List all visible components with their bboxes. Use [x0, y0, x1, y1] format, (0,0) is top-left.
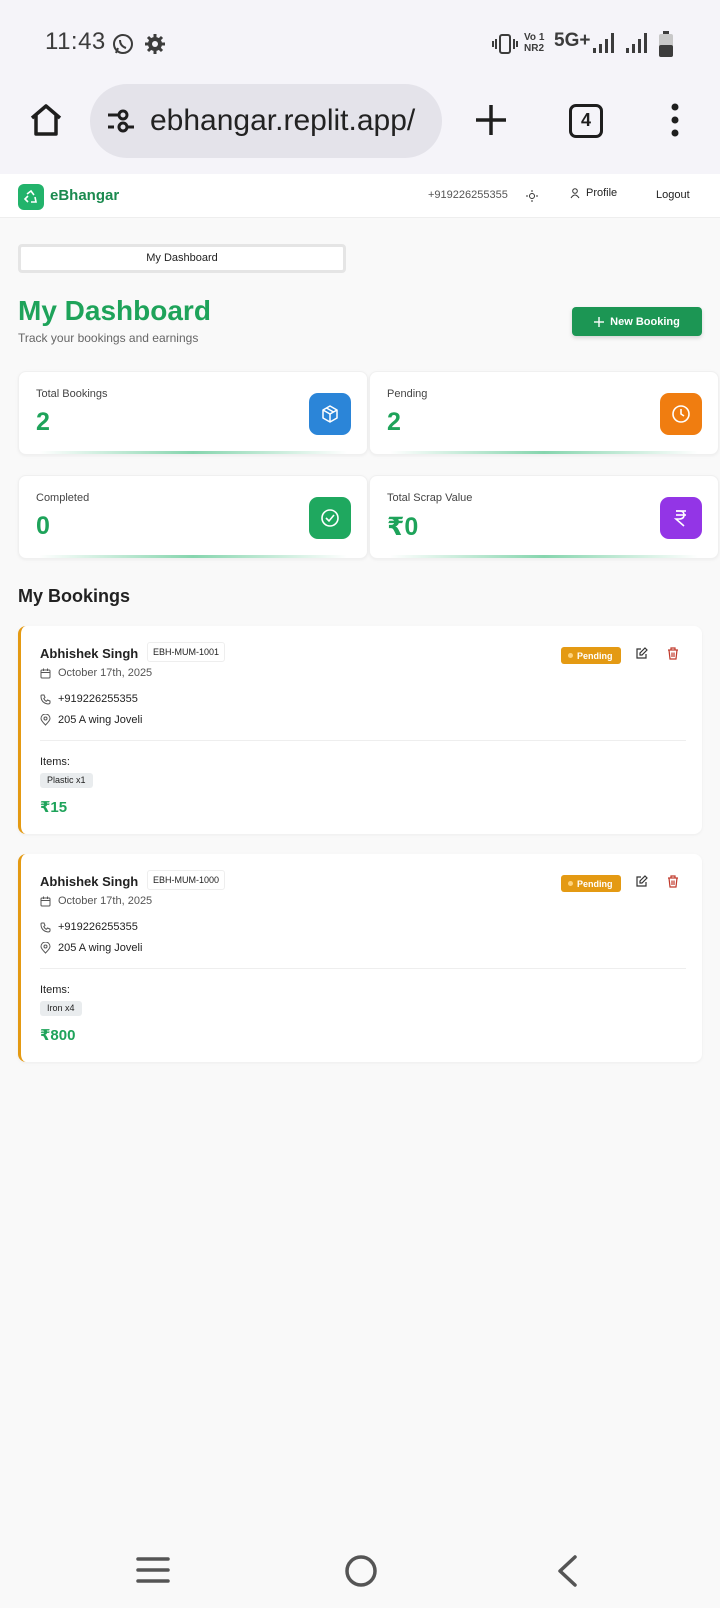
page-subtitle: Track your bookings and earnings	[18, 331, 199, 345]
site-settings-icon[interactable]	[106, 108, 136, 139]
more-options-icon[interactable]	[671, 103, 679, 142]
tab-switcher-button[interactable]: 4	[569, 104, 603, 138]
bookings-section-title: My Bookings	[18, 586, 131, 606]
stat-underline	[390, 555, 698, 558]
status-badge: Pending	[561, 647, 621, 664]
stat-card-total-bookings: Total Bookings 2	[18, 371, 368, 455]
booking-address: 205 A wing Joveli	[40, 942, 142, 954]
stat-value: 2	[36, 408, 50, 436]
delete-icon[interactable]	[667, 875, 679, 893]
vibrate-icon	[492, 33, 518, 60]
back-icon[interactable]	[556, 1554, 578, 1593]
stat-value: ₹0	[387, 513, 419, 541]
url-text: ebhangar.replit.app/	[150, 104, 416, 137]
new-booking-button[interactable]: New Booking	[572, 307, 702, 336]
edit-icon[interactable]	[635, 875, 648, 893]
box-icon	[309, 393, 351, 435]
profile-label: Profile	[586, 187, 618, 199]
stat-underline	[39, 555, 347, 558]
whatsapp-icon	[111, 32, 135, 61]
status-bar: 11:43 Vo 1 NR2 5G+	[0, 0, 720, 84]
clock-icon	[660, 393, 702, 435]
item-chip: Iron x4	[40, 1001, 82, 1016]
signal-icon	[626, 32, 648, 59]
browser-toolbar: ebhangar.replit.app/ 4	[0, 84, 720, 174]
tab-my-dashboard[interactable]: My Dashboard	[18, 244, 346, 273]
booking-phone: +919226255355	[40, 693, 138, 705]
profile-link[interactable]: Profile	[570, 187, 617, 199]
status-dot	[568, 881, 573, 886]
stat-value: 2	[387, 408, 401, 436]
theme-toggle-icon[interactable]	[526, 189, 538, 207]
logout-link[interactable]: Logout	[656, 189, 690, 201]
stat-value: 0	[36, 512, 50, 540]
edit-icon[interactable]	[635, 647, 648, 665]
calendar-icon	[40, 896, 51, 906]
phone-icon	[40, 922, 51, 933]
battery-icon	[659, 31, 673, 62]
booking-address: 205 A wing Joveli	[40, 714, 142, 726]
location-pin-icon	[40, 714, 51, 726]
booking-code: EBH-MUM-1001	[147, 642, 226, 662]
booking-date: October 17th, 2025	[40, 895, 152, 907]
page-title: My Dashboard	[18, 295, 211, 326]
booking-code: EBH-MUM-1000	[147, 870, 226, 890]
rupee-icon	[660, 497, 702, 539]
phone-icon	[40, 694, 51, 705]
booking-customer-name: Abhishek Singh	[40, 646, 139, 661]
booking-amount: ₹800	[40, 1027, 76, 1044]
calendar-icon	[40, 668, 51, 678]
check-circle-icon	[309, 497, 351, 539]
stat-underline	[390, 451, 698, 454]
header-phone: +919226255355	[428, 189, 508, 201]
divider	[40, 740, 686, 741]
stat-underline	[39, 451, 347, 454]
status-dot	[568, 653, 573, 658]
recycle-logo-icon[interactable]	[18, 184, 44, 210]
booking-card: Abhishek Singh EBH-MUM-1001 Pending Octo…	[18, 626, 702, 834]
item-chip: Plastic x1	[40, 773, 93, 788]
divider	[40, 968, 686, 969]
volte-indicator: Vo 1 NR2	[524, 32, 545, 54]
stat-label: Total Scrap Value	[387, 492, 473, 504]
app-header: eBhangar +919226255355 Profile Logout	[0, 174, 720, 218]
home-icon[interactable]	[28, 102, 64, 143]
settings-icon	[144, 33, 166, 60]
items-label: Items:	[40, 756, 70, 768]
items-label: Items:	[40, 984, 70, 996]
stat-card-completed: Completed 0	[18, 475, 368, 559]
home-nav-icon[interactable]	[344, 1554, 378, 1593]
brand-name[interactable]: eBhangar	[50, 187, 119, 204]
stat-label: Pending	[387, 388, 428, 400]
signal-icon	[593, 32, 615, 59]
stat-label: Total Bookings	[36, 388, 108, 400]
recents-icon[interactable]	[136, 1556, 170, 1589]
user-icon	[570, 187, 580, 198]
status-badge: Pending	[561, 875, 621, 892]
stat-card-pending: Pending 2	[369, 371, 719, 455]
system-nav-bar	[0, 1536, 720, 1608]
booking-date: October 17th, 2025	[40, 667, 152, 679]
plus-icon	[594, 316, 605, 327]
network-type: 5G+	[554, 30, 591, 51]
booking-phone: +919226255355	[40, 921, 138, 933]
stat-card-total-scrap-value: Total Scrap Value ₹0	[369, 475, 719, 559]
stat-label: Completed	[36, 492, 90, 504]
booking-card: Abhishek Singh EBH-MUM-1000 Pending Octo…	[18, 854, 702, 1062]
location-pin-icon	[40, 942, 51, 954]
delete-icon[interactable]	[667, 647, 679, 665]
new-tab-icon[interactable]	[474, 103, 508, 142]
booking-amount: ₹15	[40, 799, 68, 816]
address-bar[interactable]: ebhangar.replit.app/	[90, 84, 442, 158]
booking-customer-name: Abhishek Singh	[40, 874, 139, 889]
status-time: 11:43	[45, 28, 106, 55]
